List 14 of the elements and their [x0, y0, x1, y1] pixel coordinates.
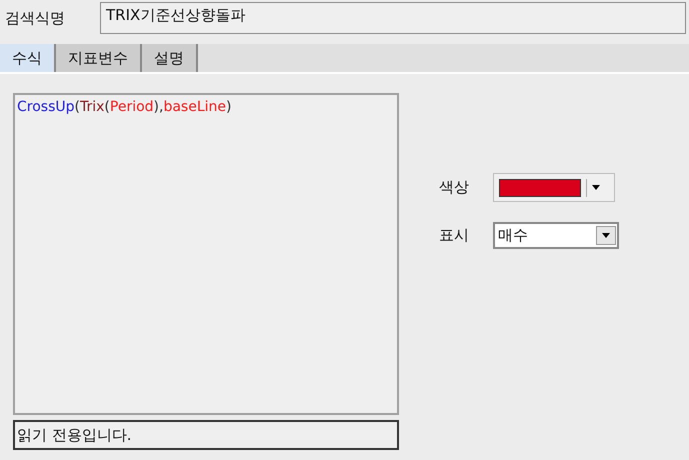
tab[interactable]: 설명 — [142, 44, 198, 72]
display-label: 표시 — [439, 225, 470, 246]
formula-text: CrossUp(Trix(Period),baseLine) — [17, 98, 232, 117]
formula-editor[interactable]: CrossUp(Trix(Period),baseLine) — [13, 93, 399, 415]
display-dropdown[interactable]: 매수 — [493, 222, 619, 249]
caret-icon — [602, 233, 610, 238]
color-label: 색상 — [439, 177, 470, 198]
name-label: 검색식명 — [4, 8, 66, 29]
name-field[interactable]: TRIX기준선상향돌파 — [100, 2, 686, 34]
tab[interactable]: 지표변수 — [56, 44, 142, 72]
tab[interactable]: 수식 — [0, 44, 56, 72]
color-dropdown[interactable] — [493, 173, 615, 202]
status-field: 읽기 전용입니다. — [13, 420, 399, 450]
caret-icon — [592, 185, 600, 190]
